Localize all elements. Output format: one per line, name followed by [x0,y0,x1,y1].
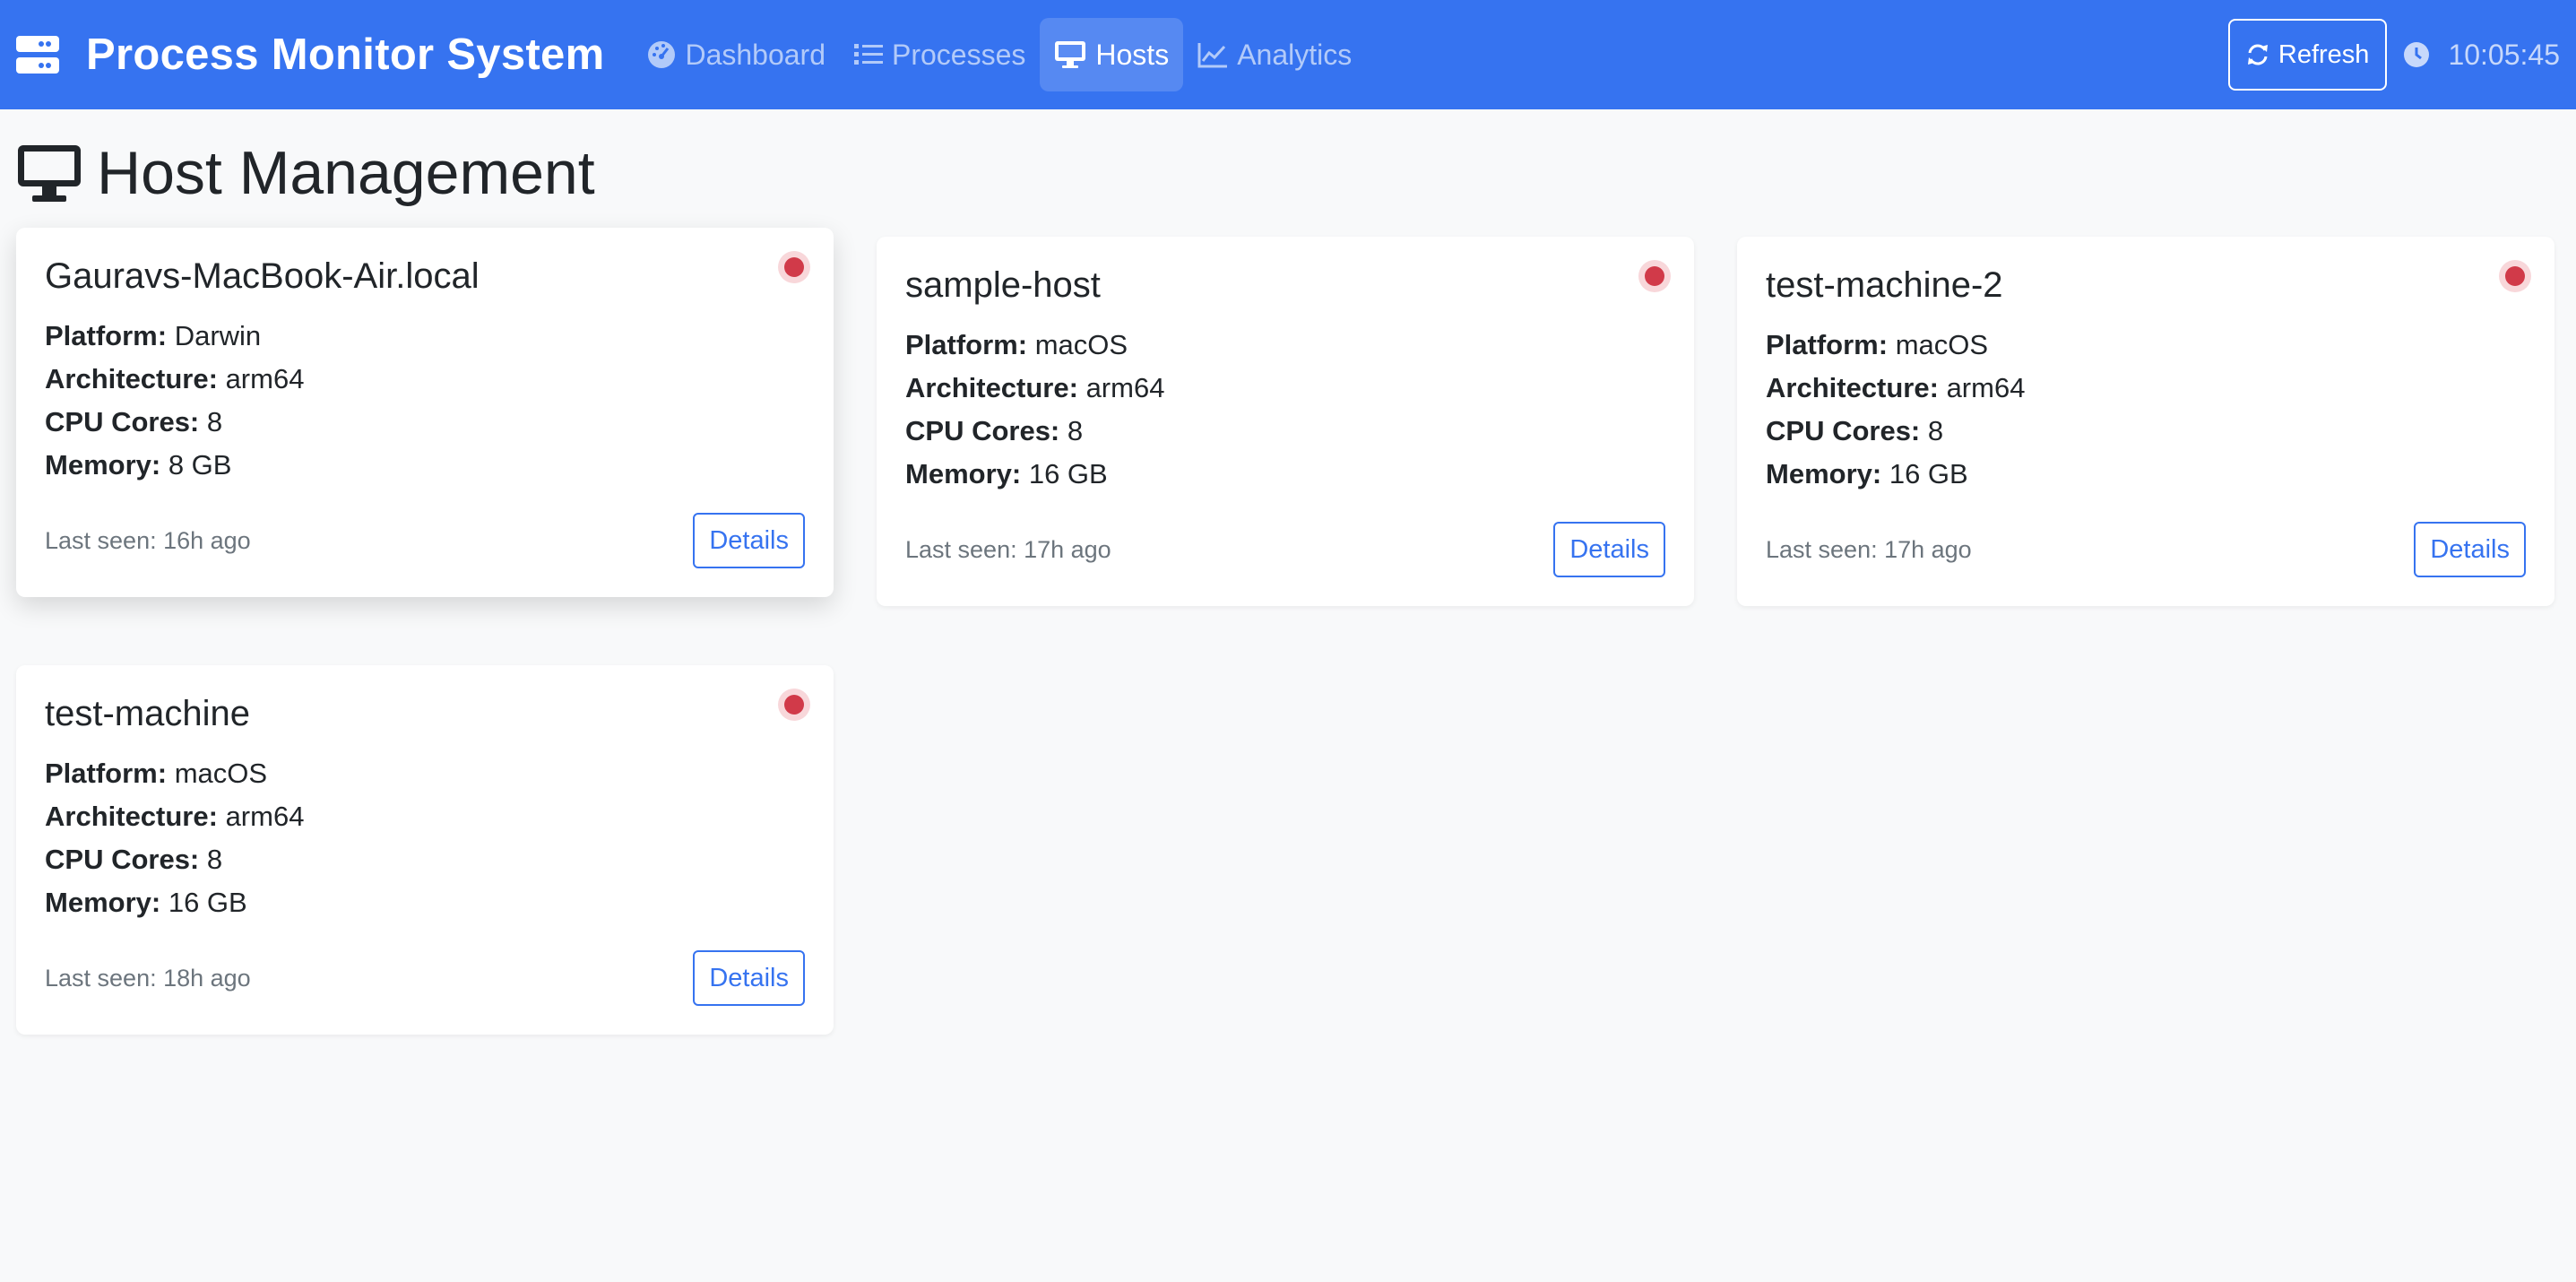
platform-row: Platform: Darwin [45,315,805,358]
refresh-icon [2247,44,2268,65]
nav-processes-label: Processes [892,38,1026,71]
architecture-label: Architecture: [905,372,1078,403]
nav-hosts[interactable]: Hosts [1040,18,1184,91]
main-nav: Dashboard Processes Hosts Analytics [633,18,1366,91]
status-indicator [778,689,810,721]
platform-label: Platform: [905,329,1028,360]
nav-dashboard[interactable]: Dashboard [633,18,840,91]
current-time: 10:05:45 [2448,38,2560,71]
platform-row: Platform: macOS [1766,324,2526,367]
host-card[interactable]: sample-host Platform: macOS Architecture… [877,237,1694,606]
memory-row: Memory: 8 GB [45,444,805,487]
architecture-label: Architecture: [45,801,218,832]
architecture-label: Architecture: [1766,372,1939,403]
page-title: Host Management [16,138,595,208]
platform-value: macOS [1895,329,1989,360]
memory-label: Memory: [45,449,161,481]
host-card[interactable]: test-machine Platform: macOS Architectur… [16,665,834,1035]
memory-label: Memory: [45,887,161,918]
card-footer: Last seen: 18h ago Details [45,950,805,1006]
gauge-icon [648,41,676,68]
details-button[interactable]: Details [693,950,805,1006]
cpu-cores-value: 8 [1927,415,1944,446]
last-seen: Last seen: 16h ago [45,526,251,554]
clock-icon [2404,42,2430,67]
host-card[interactable]: test-machine-2 Platform: macOS Architect… [1737,237,2554,606]
architecture-value: arm64 [225,363,305,394]
architecture-value: arm64 [1946,372,2026,403]
architecture-row: Architecture: arm64 [45,358,805,401]
memory-value: 8 GB [168,449,232,481]
cpu-cores-label: CPU Cores: [1766,415,1921,446]
memory-row: Memory: 16 GB [905,453,1665,496]
cpu-cores-row: CPU Cores: 8 [905,410,1665,453]
host-name: test-machine [45,694,250,733]
memory-value: 16 GB [1889,458,1968,489]
list-icon [854,44,883,65]
nav-analytics-label: Analytics [1237,38,1353,71]
memory-value: 16 GB [1028,458,1108,489]
platform-row: Platform: macOS [905,324,1665,367]
host-card[interactable]: Gauravs-MacBook-Air.local Platform: Darw… [16,228,834,597]
cpu-cores-value: 8 [206,844,223,875]
architecture-row: Architecture: arm64 [1766,367,2526,410]
memory-label: Memory: [905,458,1022,489]
chart-line-icon [1197,43,1228,68]
desktop-icon [18,145,81,202]
card-footer: Last seen: 17h ago Details [905,522,1665,577]
platform-value: Darwin [174,320,262,351]
clock: 10:05:45 [2403,39,2560,72]
platform-value: macOS [174,758,268,789]
details-button[interactable]: Details [2414,522,2526,577]
last-seen: Last seen: 17h ago [905,535,1111,563]
memory-row: Memory: 16 GB [1766,453,2526,496]
page-title-text: Host Management [97,139,595,207]
host-name: test-machine-2 [1766,265,2003,305]
refresh-button[interactable]: Refresh [2227,19,2388,91]
memory-label: Memory: [1766,458,1882,489]
architecture-label: Architecture: [45,363,218,394]
architecture-row: Architecture: arm64 [905,367,1665,410]
platform-value: macOS [1034,329,1128,360]
host-name: sample-host [905,265,1101,305]
desktop-icon [1055,41,1086,68]
memory-row: Memory: 16 GB [45,881,805,924]
nav-analytics[interactable]: Analytics [1183,18,1366,91]
memory-value: 16 GB [168,887,247,918]
cpu-cores-row: CPU Cores: 8 [45,401,805,444]
platform-row: Platform: macOS [45,752,805,795]
status-indicator [2499,260,2531,292]
architecture-value: arm64 [1085,372,1165,403]
platform-label: Platform: [45,758,168,789]
cpu-cores-value: 8 [1067,415,1084,446]
cpu-cores-label: CPU Cores: [45,406,200,437]
status-indicator [778,251,810,283]
architecture-value: arm64 [225,801,305,832]
nav-processes[interactable]: Processes [840,18,1040,91]
platform-label: Platform: [1766,329,1889,360]
cpu-cores-label: CPU Cores: [45,844,200,875]
nav-right: Refresh 10:05:45 [2227,19,2560,91]
server-icon [16,36,59,74]
cpu-cores-row: CPU Cores: 8 [1766,410,2526,453]
app-title: Process Monitor System [86,30,605,79]
host-name: Gauravs-MacBook-Air.local [45,256,480,296]
brand[interactable]: Process Monitor System [16,30,604,80]
top-navbar: Process Monitor System Dashboard Process… [0,0,2576,109]
details-button[interactable]: Details [693,513,805,568]
cpu-cores-label: CPU Cores: [905,415,1060,446]
nav-hosts-label: Hosts [1095,38,1170,71]
refresh-label: Refresh [2278,39,2370,69]
status-indicator [1638,260,1671,292]
platform-label: Platform: [45,320,168,351]
cpu-cores-row: CPU Cores: 8 [45,838,805,881]
card-footer: Last seen: 16h ago Details [45,513,805,568]
cpu-cores-value: 8 [206,406,223,437]
card-footer: Last seen: 17h ago Details [1766,522,2526,577]
architecture-row: Architecture: arm64 [45,795,805,838]
nav-dashboard-label: Dashboard [685,38,826,71]
last-seen: Last seen: 17h ago [1766,535,1972,563]
details-button[interactable]: Details [1553,522,1665,577]
last-seen: Last seen: 18h ago [45,964,251,992]
